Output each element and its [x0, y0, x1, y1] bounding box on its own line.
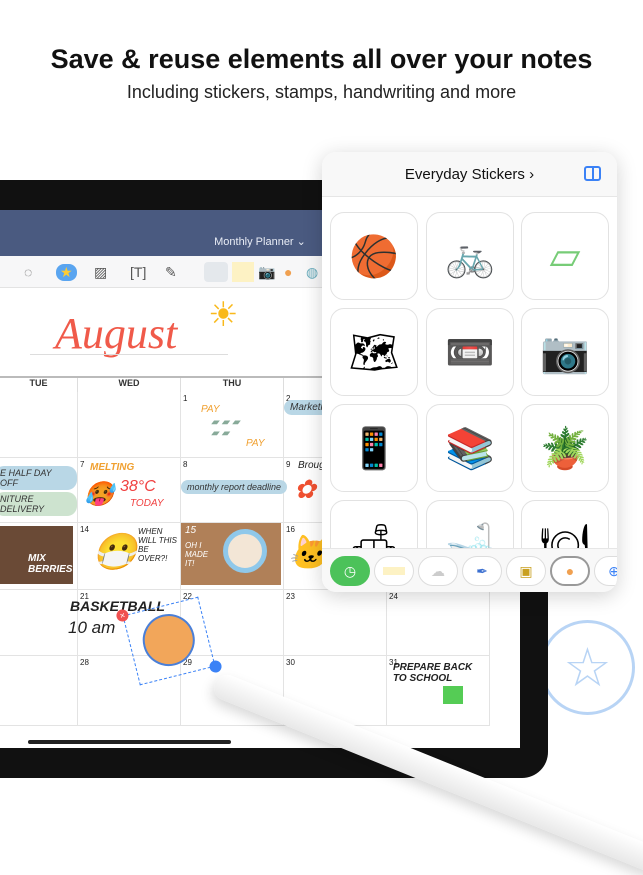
basketball-tab-icon[interactable]: ● — [550, 556, 590, 586]
calendar-cell[interactable]: E HALF DAY OFF NITURE DELIVERY — [0, 458, 78, 523]
calendar-cell[interactable]: 1 PAY ▰ ▰ ▰ ▰ ▰ PAY — [181, 392, 284, 458]
money-stickers: ▰ ▰ ▰ ▰ ▰ — [211, 417, 240, 439]
calendar-cell[interactable] — [0, 392, 78, 458]
handwriting-note: MIX BERRIES — [28, 553, 73, 575]
globe-sticker-icon[interactable]: ◍ — [306, 264, 318, 281]
laser-pointer-icon[interactable]: ✎ — [165, 264, 177, 281]
sticker-map[interactable]: 🗺 — [330, 308, 418, 396]
sticker-bicycle[interactable]: 🚲 — [426, 212, 514, 300]
handwriting-note: E HALF DAY OFF — [0, 466, 77, 490]
lasso-icon[interactable]: ◌ — [24, 264, 32, 280]
split-view-icon[interactable] — [584, 166, 601, 181]
calendar-cell[interactable]: 15 OH I MADE IT! — [181, 523, 284, 590]
camera-sticker-icon[interactable]: 📷 — [258, 264, 275, 281]
calendar-cell[interactable]: 7 MELTING 🥵 38°C TODAY — [78, 458, 181, 523]
handwriting-note: MELTING — [90, 462, 135, 473]
calendar-cell[interactable]: MIX BERRIES — [0, 523, 78, 590]
calendar-cell[interactable]: 31 PREPARE BACK TO SCHOOL — [387, 656, 490, 726]
tape-sticker-icon[interactable] — [232, 262, 254, 282]
flower-sticker: ✿ — [294, 474, 316, 504]
chevron-down-icon[interactable]: ⌄ — [297, 236, 306, 248]
sticker-collection-title[interactable]: Everyday Stickers — [405, 166, 525, 183]
day-header: TUE — [0, 378, 78, 392]
calendar-cell[interactable]: 24 — [387, 590, 490, 656]
date-label: 1 — [183, 394, 188, 403]
home-indicator — [28, 740, 231, 744]
image-icon[interactable]: ▨ — [94, 264, 107, 281]
sticker-yoga-mat[interactable]: ▱ — [521, 212, 609, 300]
calendar-cell[interactable]: 23 — [284, 590, 387, 656]
headline: Save & reuse elements all over your note… — [50, 44, 593, 74]
masked-face-sticker: 😷 — [92, 531, 137, 572]
date-label: 23 — [286, 592, 295, 601]
star-sticker-decoration: ☆ — [540, 620, 635, 715]
notebook-title[interactable]: Monthly Planner — [214, 236, 294, 248]
sticker-plant[interactable]: 🪴 — [521, 404, 609, 492]
handwriting-note: NITURE DELIVERY — [0, 492, 77, 516]
latte-cup — [223, 529, 267, 573]
cloud-tab-icon[interactable]: ☁ — [418, 556, 458, 586]
sticker-tablet[interactable]: 📱 — [330, 404, 418, 492]
calendar-cell[interactable] — [0, 590, 78, 656]
date-label: 9 — [286, 460, 291, 469]
handwriting-note: 38°C — [120, 478, 156, 495]
sticker-cassette[interactable]: 📼 — [426, 308, 514, 396]
book-sticker — [443, 686, 463, 704]
tape-tab-icon[interactable] — [374, 556, 414, 586]
date-label: 30 — [286, 658, 295, 667]
sticker-category-tabs: ◷ ☁ ✒ ▣ ● ⊕ — [322, 548, 617, 592]
sun-sticker: ☀ — [208, 296, 239, 334]
date-label: 8 — [183, 460, 188, 469]
date-label: 14 — [80, 525, 89, 534]
calendar-cell[interactable]: 14 😷 WHEN WILL THIS BE OVER?! — [78, 523, 181, 590]
subheadline: Including stickers, stamps, handwriting … — [126, 82, 517, 102]
date-label: 28 — [80, 658, 89, 667]
handwriting-note: PAY — [246, 438, 265, 449]
handwriting-note: WHEN WILL THIS BE OVER?! — [138, 527, 177, 563]
basketball-sticker-icon[interactable]: ● — [284, 264, 292, 280]
handwriting-note: monthly report deadline — [181, 480, 288, 494]
calendar-cell[interactable]: 8 monthly report deadline — [181, 458, 288, 523]
sticker-icon[interactable]: ★ — [56, 264, 77, 281]
basketball-sticker — [137, 608, 201, 672]
sticker-basketball[interactable]: 🏀 — [330, 212, 418, 300]
date-label: 7 — [80, 460, 85, 469]
date-label: 24 — [389, 592, 398, 601]
handwriting-note: 10 am — [68, 618, 116, 637]
calendar-cell[interactable] — [0, 656, 78, 726]
date-label: 15 — [185, 525, 197, 536]
cloud-sticker-icon[interactable] — [204, 262, 228, 282]
cookie-tab-icon[interactable]: ▣ — [506, 556, 546, 586]
chevron-right-icon[interactable]: › — [529, 166, 534, 183]
text-icon[interactable]: [T] — [130, 264, 146, 280]
hot-face-emoji: 🥵 — [84, 481, 114, 508]
handwriting-note: TODAY — [130, 498, 164, 509]
panel-header: Everyday Stickers › — [322, 152, 617, 197]
calendar-cell[interactable] — [78, 392, 181, 458]
day-header: WED — [78, 378, 181, 392]
handwriting-note: PREPARE BACK TO SCHOOL — [393, 662, 473, 684]
sticker-camera[interactable]: 📷 — [521, 308, 609, 396]
day-header: THU — [181, 378, 284, 392]
pen-tab-icon[interactable]: ✒ — [462, 556, 502, 586]
handwriting-note: PAY — [201, 404, 220, 415]
handwriting-note: OH I MADE IT! — [185, 541, 209, 568]
month-title: August — [55, 309, 178, 358]
sticker-panel: Everyday Stickers › 🏀 🚲 ▱ 🗺 📼 📷 📱 📚 🪴 🛋 … — [322, 152, 617, 592]
sticker-table-books[interactable]: 📚 — [426, 404, 514, 492]
add-tab-icon[interactable]: ⊕ — [594, 556, 617, 586]
recent-tab-clock-icon[interactable]: ◷ — [330, 556, 370, 586]
